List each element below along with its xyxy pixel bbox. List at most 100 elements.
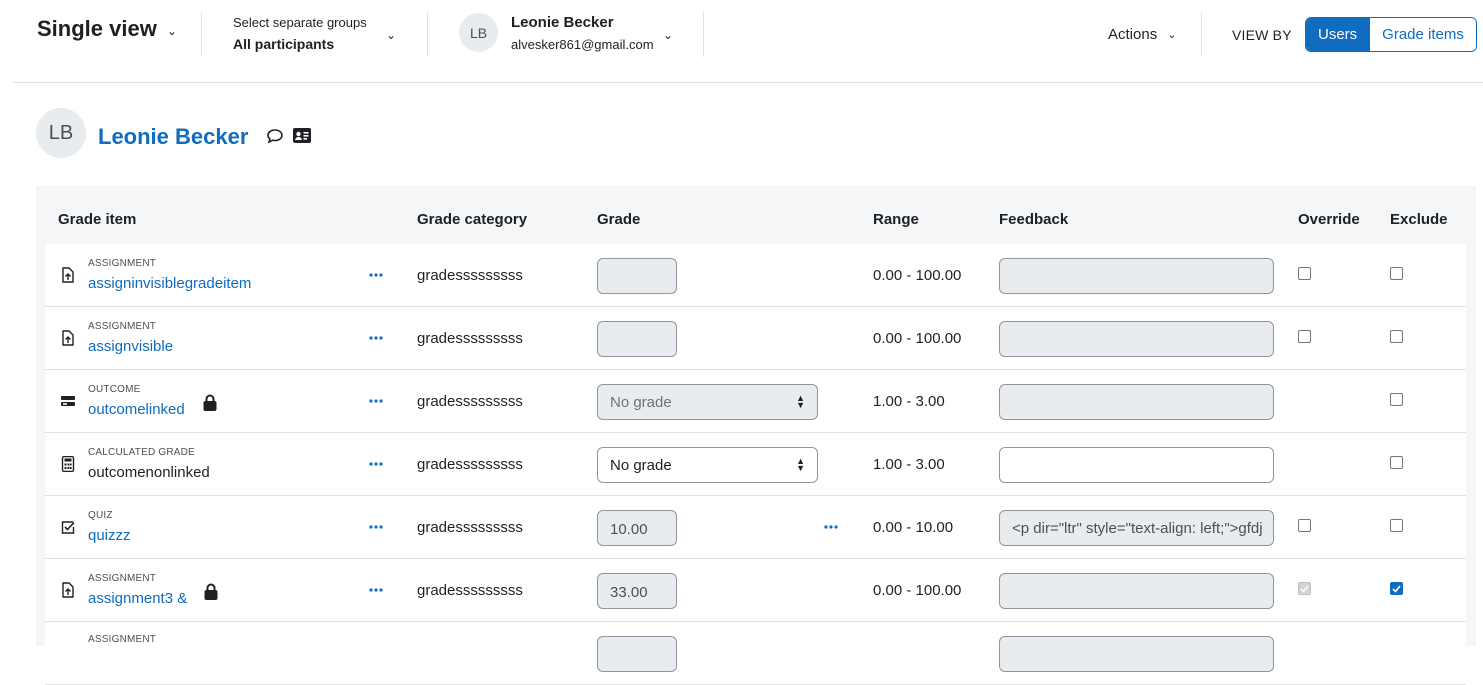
chevron-down-icon[interactable]: ⌄ — [663, 28, 673, 42]
grade-input[interactable]: 10.00 — [597, 510, 677, 546]
outcome-icon — [61, 396, 75, 406]
column-header-override: Override — [1298, 211, 1360, 228]
exclude-checkbox[interactable] — [1390, 330, 1403, 343]
table-row: CALCULATED GRADE outcomenonlinked grades… — [45, 433, 1466, 496]
grade-range: 0.00 - 100.00 — [873, 267, 962, 284]
view-grade-items-button[interactable]: Grade items — [1369, 18, 1476, 51]
user-selector-name: Leonie Becker — [511, 13, 614, 31]
view-users-button[interactable]: Users — [1306, 18, 1370, 51]
override-checkbox[interactable] — [1298, 330, 1311, 343]
view-by-toggle: Users Grade items — [1305, 17, 1477, 52]
feedback-input[interactable] — [999, 636, 1274, 672]
calculator-icon — [61, 456, 75, 472]
item-type-label: CALCULATED GRADE — [88, 447, 195, 458]
divider — [13, 82, 1483, 83]
group-selector-value: All participants — [233, 36, 335, 52]
override-checkbox — [1298, 582, 1311, 595]
grade-more-actions-icon[interactable] — [824, 524, 838, 530]
item-type-label: ASSIGNMENT — [88, 573, 157, 584]
checkmark-icon — [1300, 584, 1309, 593]
grade-range: 0.00 - 100.00 — [873, 330, 962, 347]
override-checkbox[interactable] — [1298, 267, 1311, 280]
column-header-grade-item: Grade item — [58, 211, 137, 228]
chevron-down-icon[interactable]: ⌄ — [386, 28, 396, 42]
divider — [1201, 12, 1202, 57]
table-body: ASSIGNMENT assigninvisiblegradeitem grad… — [45, 244, 1466, 685]
grade-item-link[interactable]: assigninvisiblegradeitem — [88, 275, 251, 292]
exclude-checkbox[interactable] — [1390, 456, 1403, 469]
exclude-checkbox[interactable] — [1390, 519, 1403, 532]
table-row: ASSIGNMENT assignment3 & gradesssssssss … — [45, 559, 1466, 622]
item-type-label: QUIZ — [88, 510, 113, 521]
grade-range: 1.00 - 3.00 — [873, 456, 945, 473]
grade-item-link[interactable]: assignment3 & — [88, 590, 187, 607]
table-header: Grade item Grade category Grade Range Fe… — [36, 186, 1476, 244]
feedback-input[interactable] — [999, 258, 1274, 294]
feedback-input[interactable] — [999, 447, 1274, 483]
feedback-input[interactable]: <p dir="ltr" style="text-align: left;">g… — [999, 510, 1274, 546]
report-selector[interactable]: Single view ⌄ — [37, 16, 177, 42]
grade-select-value: No grade — [610, 456, 672, 474]
exclude-checkbox[interactable] — [1390, 267, 1403, 280]
more-actions-icon[interactable] — [369, 272, 383, 278]
profile-card-icon[interactable] — [293, 128, 311, 143]
grades-table: Grade item Grade category Grade Range Fe… — [36, 186, 1476, 685]
more-actions-icon[interactable] — [369, 587, 383, 593]
chevron-down-icon: ⌄ — [166, 24, 177, 38]
grade-range: 0.00 - 10.00 — [873, 519, 954, 536]
quiz-icon — [61, 521, 75, 534]
grade-select: No grade ▲ ▼ — [597, 384, 818, 420]
grade-item-link[interactable]: quizzz — [88, 527, 131, 544]
more-actions-icon[interactable] — [369, 524, 383, 530]
view-by-label: VIEW BY — [1232, 27, 1292, 43]
grade-input[interactable] — [597, 258, 677, 294]
more-actions-icon[interactable] — [369, 335, 383, 341]
grade-category: gradesssssssss — [417, 267, 523, 284]
assignment-icon — [62, 582, 74, 598]
grader-toolbar: Single view ⌄ Select separate groups All… — [0, 0, 1483, 70]
grade-select-value: No grade — [610, 393, 672, 411]
grade-range: 1.00 - 3.00 — [873, 393, 945, 410]
item-type-label: ASSIGNMENT — [88, 321, 157, 332]
message-icon[interactable] — [266, 128, 284, 144]
user-selector[interactable]: LB Leonie Becker alvesker861@gmail.com — [459, 13, 654, 52]
table-row: OUTCOME outcomelinked gradesssssssss No … — [45, 370, 1466, 433]
grade-item-link[interactable]: assignvisible — [88, 338, 173, 355]
feedback-input[interactable] — [999, 384, 1274, 420]
group-selector-label: Select separate groups — [233, 15, 367, 30]
grade-input[interactable] — [597, 636, 677, 672]
feedback-input[interactable] — [999, 321, 1274, 357]
actions-label: Actions — [1108, 26, 1158, 43]
lock-icon — [203, 394, 217, 411]
assignment-icon — [62, 330, 74, 346]
table-row: ASSIGNMENT — [45, 622, 1466, 685]
exclude-checkbox[interactable] — [1390, 582, 1403, 595]
grade-input[interactable]: 33.00 — [597, 573, 677, 609]
more-actions-icon[interactable] — [369, 461, 383, 467]
divider — [427, 12, 428, 57]
feedback-input[interactable] — [999, 573, 1274, 609]
more-actions-icon[interactable] — [369, 398, 383, 404]
user-name-link[interactable]: Leonie Becker — [98, 124, 248, 150]
grade-category: gradesssssssss — [417, 330, 523, 347]
override-checkbox[interactable] — [1298, 519, 1311, 532]
grade-category: gradesssssssss — [417, 582, 523, 599]
table-row: ASSIGNMENT assignvisible gradesssssssss … — [45, 307, 1466, 370]
item-type-label: ASSIGNMENT — [88, 634, 157, 645]
grade-select[interactable]: No grade ▲ ▼ — [597, 447, 818, 483]
actions-menu[interactable]: Actions ⌄ — [1108, 26, 1176, 43]
item-type-label: OUTCOME — [88, 384, 141, 395]
exclude-checkbox[interactable] — [1390, 393, 1403, 406]
chevron-down-icon: ⌄ — [1167, 29, 1177, 41]
avatar: LB — [36, 108, 86, 158]
table-row: QUIZ quizzz gradesssssssss 10.00 0.00 - … — [45, 496, 1466, 559]
grade-category: gradesssssssss — [417, 519, 523, 536]
item-type-label: ASSIGNMENT — [88, 258, 157, 269]
user-selector-email: alvesker861@gmail.com — [511, 36, 654, 52]
assignment-icon — [62, 267, 74, 283]
grade-input[interactable] — [597, 321, 677, 357]
grade-item-link[interactable]: outcomelinked — [88, 401, 185, 418]
checkmark-icon — [1392, 584, 1401, 593]
group-selector[interactable]: Select separate groups All participants — [233, 15, 367, 52]
table-row: ASSIGNMENT assigninvisiblegradeitem grad… — [45, 244, 1466, 307]
